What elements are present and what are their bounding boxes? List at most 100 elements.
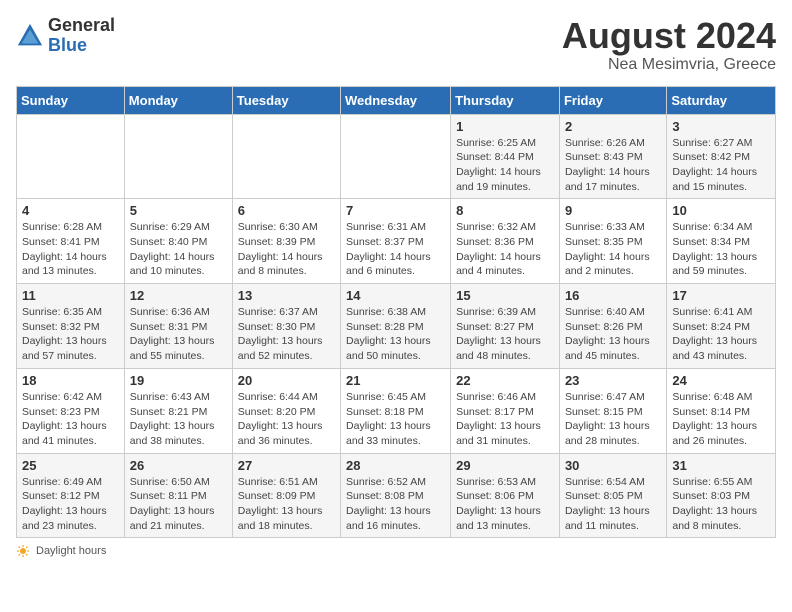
- calendar-cell: 18 Sunrise: 6:42 AM Sunset: 8:23 PM Dayli…: [17, 368, 125, 453]
- day-info: Sunrise: 6:30 AM Sunset: 8:39 PM Dayligh…: [238, 220, 335, 279]
- day-number: 28: [346, 458, 445, 473]
- calendar-cell: 27 Sunrise: 6:51 AM Sunset: 8:09 PM Dayli…: [232, 453, 340, 538]
- logo-icon: [16, 22, 44, 50]
- calendar-cell: 4Sunrise: 6:28 AM Sunset: 8:41 PM Daylig…: [17, 199, 125, 284]
- weekday-header-saturday: Saturday: [667, 86, 776, 114]
- calendar-cell: 6Sunrise: 6:30 AM Sunset: 8:39 PM Daylig…: [232, 199, 340, 284]
- calendar-cell: 9 Sunrise: 6:33 AM Sunset: 8:35 PM Daylig…: [559, 199, 666, 284]
- day-number: 24: [672, 373, 770, 388]
- calendar-cell: 30 Sunrise: 6:54 AM Sunset: 8:05 PM Dayli…: [559, 453, 666, 538]
- logo-general-text: General: [48, 16, 115, 36]
- weekday-header-sunday: Sunday: [17, 86, 125, 114]
- calendar-cell: 7Sunrise: 6:31 AM Sunset: 8:37 PM Daylig…: [341, 199, 451, 284]
- day-number: 27: [238, 458, 335, 473]
- calendar-cell: 20 Sunrise: 6:44 AM Sunset: 8:20 PM Dayli…: [232, 368, 340, 453]
- calendar-week-row: 11 Sunrise: 6:35 AM Sunset: 8:32 PM Dayli…: [17, 284, 776, 369]
- sun-icon: [16, 544, 30, 558]
- calendar-cell: [17, 114, 125, 199]
- logo-blue-text: Blue: [48, 36, 115, 56]
- day-number: 13: [238, 288, 335, 303]
- calendar-week-row: 1 Sunrise: 6:25 AM Sunset: 8:44 PM Daylig…: [17, 114, 776, 199]
- day-info: Sunrise: 6:27 AM Sunset: 8:42 PM Dayligh…: [672, 136, 770, 195]
- calendar-cell: 15Sunrise: 6:39 AM Sunset: 8:27 PM Dayli…: [451, 284, 560, 369]
- day-info: Sunrise: 6:36 AM Sunset: 8:31 PM Dayligh…: [130, 305, 227, 364]
- calendar-cell: 21 Sunrise: 6:45 AM Sunset: 8:18 PM Dayli…: [341, 368, 451, 453]
- page-header: General Blue August 2024 Nea Mesimvria, …: [16, 16, 776, 74]
- day-number: 14: [346, 288, 445, 303]
- day-info: Sunrise: 6:42 AM Sunset: 8:23 PM Dayligh…: [22, 390, 119, 449]
- calendar-cell: 26 Sunrise: 6:50 AM Sunset: 8:11 PM Dayli…: [124, 453, 232, 538]
- day-info: Sunrise: 6:48 AM Sunset: 8:14 PM Dayligh…: [672, 390, 770, 449]
- weekday-header-tuesday: Tuesday: [232, 86, 340, 114]
- calendar-cell: 22 Sunrise: 6:46 AM Sunset: 8:17 PM Dayli…: [451, 368, 560, 453]
- day-info: Sunrise: 6:31 AM Sunset: 8:37 PM Dayligh…: [346, 220, 445, 279]
- day-number: 25: [22, 458, 119, 473]
- day-info: Sunrise: 6:33 AM Sunset: 8:35 PM Dayligh…: [565, 220, 661, 279]
- day-number: 9: [565, 203, 661, 218]
- day-number: 2: [565, 119, 661, 134]
- day-info: Sunrise: 6:32 AM Sunset: 8:36 PM Dayligh…: [456, 220, 554, 279]
- calendar-cell: 23 Sunrise: 6:47 AM Sunset: 8:15 PM Dayli…: [559, 368, 666, 453]
- calendar-cell: 28Sunrise: 6:52 AM Sunset: 8:08 PM Dayli…: [341, 453, 451, 538]
- day-number: 22: [456, 373, 554, 388]
- day-number: 29: [456, 458, 554, 473]
- day-info: Sunrise: 6:51 AM Sunset: 8:09 PM Dayligh…: [238, 475, 335, 534]
- day-info: Sunrise: 6:45 AM Sunset: 8:18 PM Dayligh…: [346, 390, 445, 449]
- day-info: Sunrise: 6:38 AM Sunset: 8:28 PM Dayligh…: [346, 305, 445, 364]
- day-info: Sunrise: 6:47 AM Sunset: 8:15 PM Dayligh…: [565, 390, 661, 449]
- day-number: 31: [672, 458, 770, 473]
- day-info: Sunrise: 6:35 AM Sunset: 8:32 PM Dayligh…: [22, 305, 119, 364]
- month-title: August 2024: [562, 16, 776, 56]
- day-info: Sunrise: 6:25 AM Sunset: 8:44 PM Dayligh…: [456, 136, 554, 195]
- footer-note: Daylight hours: [16, 544, 776, 558]
- day-info: Sunrise: 6:44 AM Sunset: 8:20 PM Dayligh…: [238, 390, 335, 449]
- day-info: Sunrise: 6:53 AM Sunset: 8:06 PM Dayligh…: [456, 475, 554, 534]
- day-info: Sunrise: 6:46 AM Sunset: 8:17 PM Dayligh…: [456, 390, 554, 449]
- day-number: 15: [456, 288, 554, 303]
- day-number: 18: [22, 373, 119, 388]
- day-number: 1: [456, 119, 554, 134]
- day-number: 26: [130, 458, 227, 473]
- day-number: 16: [565, 288, 661, 303]
- location-text: Nea Mesimvria, Greece: [562, 56, 776, 74]
- calendar-week-row: 4Sunrise: 6:28 AM Sunset: 8:41 PM Daylig…: [17, 199, 776, 284]
- day-number: 5: [130, 203, 227, 218]
- calendar-table: SundayMondayTuesdayWednesdayThursdayFrid…: [16, 86, 776, 539]
- calendar-cell: 10Sunrise: 6:34 AM Sunset: 8:34 PM Dayli…: [667, 199, 776, 284]
- calendar-cell: 25Sunrise: 6:49 AM Sunset: 8:12 PM Dayli…: [17, 453, 125, 538]
- day-info: Sunrise: 6:43 AM Sunset: 8:21 PM Dayligh…: [130, 390, 227, 449]
- day-info: Sunrise: 6:55 AM Sunset: 8:03 PM Dayligh…: [672, 475, 770, 534]
- day-info: Sunrise: 6:26 AM Sunset: 8:43 PM Dayligh…: [565, 136, 661, 195]
- day-info: Sunrise: 6:40 AM Sunset: 8:26 PM Dayligh…: [565, 305, 661, 364]
- day-number: 21: [346, 373, 445, 388]
- day-info: Sunrise: 6:50 AM Sunset: 8:11 PM Dayligh…: [130, 475, 227, 534]
- day-number: 11: [22, 288, 119, 303]
- day-number: 30: [565, 458, 661, 473]
- calendar-cell: 14 Sunrise: 6:38 AM Sunset: 8:28 PM Dayli…: [341, 284, 451, 369]
- day-number: 17: [672, 288, 770, 303]
- calendar-cell: 19 Sunrise: 6:43 AM Sunset: 8:21 PM Dayli…: [124, 368, 232, 453]
- day-info: Sunrise: 6:41 AM Sunset: 8:24 PM Dayligh…: [672, 305, 770, 364]
- daylight-hours-label: Daylight hours: [36, 545, 106, 557]
- day-number: 12: [130, 288, 227, 303]
- weekday-header-friday: Friday: [559, 86, 666, 114]
- weekday-header-monday: Monday: [124, 86, 232, 114]
- weekday-header-row: SundayMondayTuesdayWednesdayThursdayFrid…: [17, 86, 776, 114]
- day-info: Sunrise: 6:34 AM Sunset: 8:34 PM Dayligh…: [672, 220, 770, 279]
- calendar-cell: [341, 114, 451, 199]
- calendar-cell: [124, 114, 232, 199]
- calendar-cell: 29 Sunrise: 6:53 AM Sunset: 8:06 PM Dayli…: [451, 453, 560, 538]
- weekday-header-thursday: Thursday: [451, 86, 560, 114]
- logo-text: General Blue: [48, 16, 115, 56]
- day-info: Sunrise: 6:29 AM Sunset: 8:40 PM Dayligh…: [130, 220, 227, 279]
- calendar-cell: 5 Sunrise: 6:29 AM Sunset: 8:40 PM Daylig…: [124, 199, 232, 284]
- day-number: 23: [565, 373, 661, 388]
- calendar-cell: 11 Sunrise: 6:35 AM Sunset: 8:32 PM Dayli…: [17, 284, 125, 369]
- day-number: 20: [238, 373, 335, 388]
- calendar-cell: 1 Sunrise: 6:25 AM Sunset: 8:44 PM Daylig…: [451, 114, 560, 199]
- day-number: 19: [130, 373, 227, 388]
- day-info: Sunrise: 6:37 AM Sunset: 8:30 PM Dayligh…: [238, 305, 335, 364]
- calendar-cell: 24 Sunrise: 6:48 AM Sunset: 8:14 PM Dayli…: [667, 368, 776, 453]
- day-info: Sunrise: 6:54 AM Sunset: 8:05 PM Dayligh…: [565, 475, 661, 534]
- calendar-cell: 13 Sunrise: 6:37 AM Sunset: 8:30 PM Dayli…: [232, 284, 340, 369]
